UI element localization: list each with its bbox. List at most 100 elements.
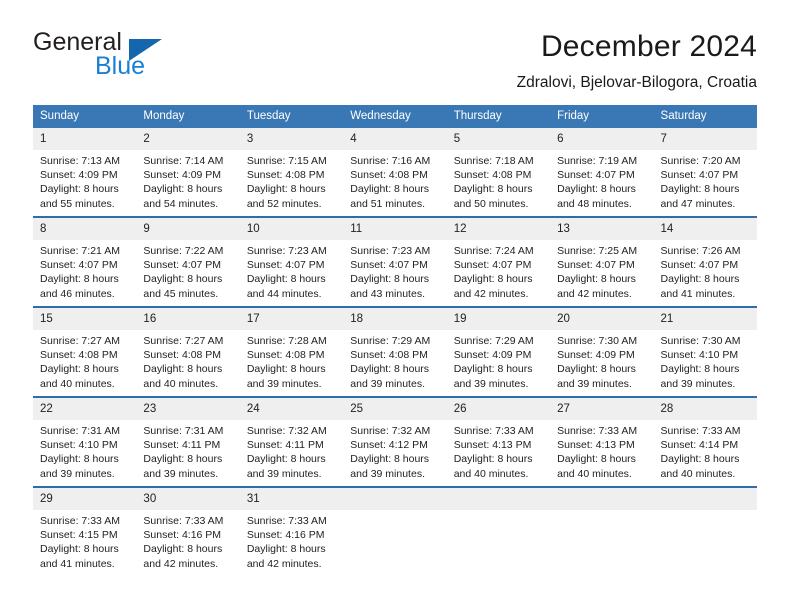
sunset-text: Sunset: 4:07 PM xyxy=(660,169,739,182)
sunrise-text: Sunrise: 7:29 AM xyxy=(453,335,534,347)
daylight-text-line2: and 39 minutes. xyxy=(453,377,529,390)
daylight-text-line2: and 55 minutes. xyxy=(40,197,115,210)
sunset-text: Sunset: 4:08 PM xyxy=(453,169,532,182)
sunset-text: Sunset: 4:11 PM xyxy=(246,439,324,452)
daylight-text-line1: Daylight: 8 hours xyxy=(453,363,533,376)
daylight-text-line2: and 39 minutes. xyxy=(40,467,115,480)
day-number: 15 xyxy=(33,308,137,330)
daylight-text-line1: Daylight: 8 hours xyxy=(350,363,430,376)
calendar-day-cell[interactable]: 31 Sunrise: 7:33 AM Sunset: 4:16 PM Dayligh… xyxy=(239,486,344,576)
daylight-text-line1: Daylight: 8 hours xyxy=(350,453,430,466)
calendar-day-cell[interactable]: 20 Sunrise: 7:30 AM Sunset: 4:09 PM Dayligh… xyxy=(550,306,654,397)
daylight-text-line1: Daylight: 8 hours xyxy=(246,543,326,556)
daylight-text-line1: Daylight: 8 hours xyxy=(350,273,430,286)
sunset-text: Sunset: 4:11 PM xyxy=(143,439,221,452)
daylight-text-line1: Daylight: 8 hours xyxy=(660,453,740,466)
daylight-text-line2: and 42 minutes. xyxy=(557,287,632,300)
calendar-day-cell[interactable]: 17 Sunrise: 7:28 AM Sunset: 4:08 PM Dayligh… xyxy=(239,306,344,397)
day-details: Sunrise: 7:24 AM Sunset: 4:07 PM Daylight:… xyxy=(447,240,550,301)
calendar-day-cell[interactable]: 24 Sunrise: 7:32 AM Sunset: 4:11 PM Dayligh… xyxy=(239,396,344,487)
daylight-text-line2: and 45 minutes. xyxy=(143,287,219,300)
day-number: 28 xyxy=(653,398,757,420)
daylight-text-line1: Daylight: 8 hours xyxy=(143,453,223,466)
calendar-day-cell[interactable]: 19 Sunrise: 7:29 AM Sunset: 4:09 PM Dayligh… xyxy=(446,306,551,397)
day-number: 9 xyxy=(136,218,240,240)
daylight-text-line2: and 39 minutes. xyxy=(350,467,425,480)
day-number: 12 xyxy=(446,218,551,240)
calendar-day-cell[interactable]: 28 Sunrise: 7:33 AM Sunset: 4:14 PM Dayligh… xyxy=(653,396,757,487)
day-details: Sunrise: 7:25 AM Sunset: 4:07 PM Daylight:… xyxy=(550,240,653,301)
calendar-day-cell[interactable]: 29 Sunrise: 7:33 AM Sunset: 4:15 PM Dayligh… xyxy=(33,486,137,576)
calendar-day-cell[interactable]: 23 Sunrise: 7:31 AM Sunset: 4:11 PM Dayligh… xyxy=(136,396,240,487)
daylight-text-line1: Daylight: 8 hours xyxy=(246,363,326,376)
sunset-text: Sunset: 4:07 PM xyxy=(557,259,635,272)
daylight-text-line1: Daylight: 8 hours xyxy=(350,183,430,196)
day-number: 21 xyxy=(653,308,757,330)
calendar-day-cell[interactable]: 26 Sunrise: 7:33 AM Sunset: 4:13 PM Dayligh… xyxy=(446,396,551,487)
weekday-header-friday: Friday xyxy=(550,105,654,128)
calendar-day-cell[interactable]: 30 Sunrise: 7:33 AM Sunset: 4:16 PM Dayligh… xyxy=(136,486,240,576)
sunset-text: Sunset: 4:10 PM xyxy=(40,439,118,452)
calendar-day-cell[interactable]: 13 Sunrise: 7:25 AM Sunset: 4:07 PM Dayligh… xyxy=(550,216,654,307)
day-details: Sunrise: 7:28 AM Sunset: 4:08 PM Daylight:… xyxy=(240,330,343,391)
calendar-day-cell[interactable]: 5 Sunrise: 7:18 AM Sunset: 4:08 PM Daylight… xyxy=(446,128,551,217)
daylight-text-line1: Daylight: 8 hours xyxy=(143,183,223,196)
calendar-day-cell[interactable]: 15 Sunrise: 7:27 AM Sunset: 4:08 PM Dayligh… xyxy=(33,306,137,397)
daylight-text-line1: Daylight: 8 hours xyxy=(40,543,119,556)
day-details: Sunrise: 7:27 AM Sunset: 4:08 PM Daylight:… xyxy=(136,330,239,391)
sunset-text: Sunset: 4:13 PM xyxy=(453,439,532,452)
daylight-text-line1: Daylight: 8 hours xyxy=(40,363,119,376)
day-details: Sunrise: 7:15 AM Sunset: 4:08 PM Daylight:… xyxy=(240,150,343,211)
sunrise-text: Sunrise: 7:23 AM xyxy=(246,245,327,257)
day-details: Sunrise: 7:33 AM Sunset: 4:13 PM Daylight:… xyxy=(550,420,653,481)
daylight-text-line2: and 40 minutes. xyxy=(143,377,219,390)
calendar-day-cell-empty xyxy=(653,486,757,576)
daylight-text-line1: Daylight: 8 hours xyxy=(143,543,223,556)
day-number: 24 xyxy=(239,398,344,420)
sunset-text: Sunset: 4:09 PM xyxy=(453,349,532,362)
calendar-day-cell[interactable]: 8 Sunrise: 7:21 AM Sunset: 4:07 PM Daylight… xyxy=(33,216,137,307)
daylight-text-line2: and 39 minutes. xyxy=(557,377,632,390)
calendar-day-cell[interactable]: 1 Sunrise: 7:13 AM Sunset: 4:09 PM Daylight… xyxy=(33,128,137,217)
daylight-text-line2: and 48 minutes. xyxy=(557,197,632,210)
sunset-text: Sunset: 4:16 PM xyxy=(143,529,222,542)
daylight-text-line2: and 54 minutes. xyxy=(143,197,219,210)
sunrise-text: Sunrise: 7:30 AM xyxy=(660,335,741,347)
daylight-text-line1: Daylight: 8 hours xyxy=(453,183,533,196)
sunrise-text: Sunrise: 7:32 AM xyxy=(350,425,431,437)
calendar-day-cell[interactable]: 14 Sunrise: 7:26 AM Sunset: 4:07 PM Dayligh… xyxy=(653,216,757,307)
sunrise-text: Sunrise: 7:32 AM xyxy=(246,425,327,437)
day-number: 2 xyxy=(136,128,240,150)
calendar-day-cell[interactable]: 18 Sunrise: 7:29 AM Sunset: 4:08 PM Dayligh… xyxy=(343,306,447,397)
calendar-day-cell[interactable]: 11 Sunrise: 7:23 AM Sunset: 4:07 PM Dayligh… xyxy=(343,216,447,307)
calendar-day-cell[interactable]: 2 Sunrise: 7:14 AM Sunset: 4:09 PM Daylight… xyxy=(136,128,240,217)
daylight-text-line2: and 47 minutes. xyxy=(660,197,736,210)
daylight-text-line1: Daylight: 8 hours xyxy=(453,453,533,466)
day-details: Sunrise: 7:30 AM Sunset: 4:10 PM Daylight:… xyxy=(654,330,757,391)
calendar-day-cell[interactable]: 12 Sunrise: 7:24 AM Sunset: 4:07 PM Dayligh… xyxy=(446,216,551,307)
sunrise-text: Sunrise: 7:33 AM xyxy=(660,425,741,437)
sunrise-text: Sunrise: 7:16 AM xyxy=(350,155,431,167)
calendar-day-cell[interactable]: 10 Sunrise: 7:23 AM Sunset: 4:07 PM Dayligh… xyxy=(239,216,344,307)
calendar-day-cell[interactable]: 9 Sunrise: 7:22 AM Sunset: 4:07 PM Daylight… xyxy=(136,216,240,307)
calendar-day-cell[interactable]: 7 Sunrise: 7:20 AM Sunset: 4:07 PM Daylight… xyxy=(653,128,757,217)
daylight-text-line1: Daylight: 8 hours xyxy=(143,273,223,286)
calendar-day-cell[interactable]: 6 Sunrise: 7:19 AM Sunset: 4:07 PM Daylight… xyxy=(550,128,654,217)
sunset-text: Sunset: 4:08 PM xyxy=(350,169,428,182)
day-number xyxy=(446,488,551,510)
calendar-day-cell[interactable]: 3 Sunrise: 7:15 AM Sunset: 4:08 PM Daylight… xyxy=(239,128,344,217)
calendar-day-cell[interactable]: 4 Sunrise: 7:16 AM Sunset: 4:08 PM Daylight… xyxy=(343,128,447,217)
day-number: 29 xyxy=(33,488,137,510)
calendar-day-cell[interactable]: 27 Sunrise: 7:33 AM Sunset: 4:13 PM Dayligh… xyxy=(550,396,654,487)
page-subtitle: Zdralovi, Bjelovar-Bilogora, Croatia xyxy=(516,74,757,91)
calendar-day-cell[interactable]: 22 Sunrise: 7:31 AM Sunset: 4:10 PM Dayligh… xyxy=(33,396,137,487)
weekday-header-monday: Monday xyxy=(136,105,240,128)
daylight-text-line1: Daylight: 8 hours xyxy=(660,363,740,376)
day-details: Sunrise: 7:33 AM Sunset: 4:16 PM Daylight:… xyxy=(136,510,239,571)
calendar-day-cell[interactable]: 21 Sunrise: 7:30 AM Sunset: 4:10 PM Dayligh… xyxy=(653,306,757,397)
sunrise-text: Sunrise: 7:26 AM xyxy=(660,245,741,257)
general-blue-logo: General Blue xyxy=(33,28,253,88)
calendar-day-cell[interactable]: 16 Sunrise: 7:27 AM Sunset: 4:08 PM Dayligh… xyxy=(136,306,240,397)
day-details: Sunrise: 7:31 AM Sunset: 4:11 PM Daylight:… xyxy=(136,420,239,481)
calendar-day-cell[interactable]: 25 Sunrise: 7:32 AM Sunset: 4:12 PM Dayligh… xyxy=(343,396,447,487)
